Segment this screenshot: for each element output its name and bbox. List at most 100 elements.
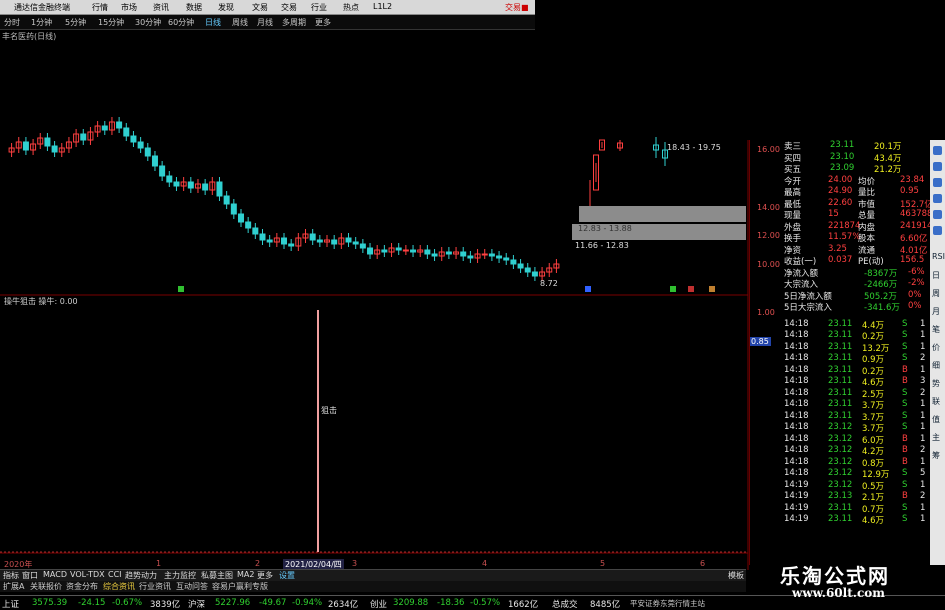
period-toolbar: 分时 1分钟 5分钟 15分钟 30分钟 60分钟 日线 周线 月线 多周期 更…	[0, 15, 535, 30]
side-tab-7[interactable]: 势	[932, 378, 940, 389]
menu-wenyi[interactable]: 文易	[252, 2, 268, 13]
period-multi[interactable]: 多周期	[282, 17, 306, 28]
idx-sz-val: 5227.96	[215, 598, 251, 608]
menu-l1l2[interactable]: L1L2	[373, 2, 392, 11]
quote-cell: 23.84	[900, 174, 925, 185]
ind-tab-more[interactable]: 更多	[257, 570, 273, 581]
idx-cy-pct: -0.57%	[470, 598, 501, 608]
side-tab-6[interactable]: 细	[932, 360, 940, 371]
candle-body	[144, 147, 151, 157]
side-tab-5[interactable]: 价	[932, 342, 940, 353]
cat-qa[interactable]: 互动问答	[176, 581, 208, 592]
quote-cell: 23.12	[828, 456, 853, 467]
side-tab-2[interactable]: 周	[932, 288, 940, 299]
ind-tab-private[interactable]: 私募主图	[201, 570, 233, 581]
quote-cell: 23.12	[828, 422, 853, 432]
side-tab-9[interactable]: 值	[932, 414, 940, 425]
period-daily[interactable]: 日线	[205, 17, 221, 28]
idx-cy-name[interactable]: 创业	[370, 598, 387, 610]
quote-cell: 14:19	[784, 491, 809, 501]
period-15min[interactable]: 15分钟	[98, 17, 124, 28]
quote-cell: 0.2万	[862, 332, 885, 342]
cat-fund-dist[interactable]: 资金分布	[66, 581, 98, 592]
period-intraday[interactable]: 分时	[4, 17, 20, 28]
menu-market[interactable]: 市场	[121, 2, 137, 13]
quote-cell: S	[902, 330, 908, 340]
menu-industry[interactable]: 行业	[311, 2, 327, 13]
tick-row: 14:19 23.11 4.6万 S 1	[750, 514, 930, 526]
side-tab-0[interactable]: RSI	[932, 252, 945, 261]
tool-icon[interactable]	[933, 146, 942, 155]
idx-sz-name[interactable]: 沪深	[188, 598, 205, 610]
quote-cell: -2%	[908, 278, 925, 288]
main-chart[interactable]	[0, 30, 780, 570]
quote-cell: 量比	[858, 188, 876, 198]
chart-grid	[0, 140, 749, 570]
tick-row: 14:18 23.11 3.7万 S 1	[750, 399, 930, 411]
period-60min[interactable]: 60分钟	[168, 17, 194, 28]
cat-profit-column[interactable]: 容易户赢利专版	[212, 581, 268, 592]
quote-cell: 0.95	[900, 186, 919, 196]
cat-composite-news[interactable]: 综合资讯	[103, 581, 135, 592]
cat-related-quote[interactable]: 关联报价	[30, 581, 62, 592]
side-tab-3[interactable]: 月	[932, 306, 940, 317]
period-more[interactable]: 更多	[315, 17, 331, 28]
side-tab-4[interactable]: 笔	[932, 324, 940, 335]
candle-body	[367, 247, 374, 255]
tool-icon[interactable]	[933, 226, 942, 235]
ind-tab-main-monitor[interactable]: 主力监控	[164, 570, 196, 581]
ind-tab-vol[interactable]: VOL-TDX	[70, 570, 105, 579]
idx-cy-chg: -18.36	[437, 598, 465, 608]
side-tab-11[interactable]: 筹	[932, 450, 940, 461]
side-tab-8[interactable]: 联	[932, 396, 940, 407]
candle-body	[137, 141, 144, 149]
quote-cell: 23.11	[828, 330, 853, 340]
period-5min[interactable]: 5分钟	[65, 17, 86, 28]
tool-icon[interactable]	[933, 194, 942, 203]
ind-tab-window[interactable]: 窗口	[22, 570, 38, 581]
candle-body	[510, 259, 517, 265]
side-tab-10[interactable]: 主	[932, 432, 940, 443]
menu-market-quotes[interactable]: 行情	[92, 2, 108, 13]
tool-icon[interactable]	[933, 162, 942, 171]
menu-trade[interactable]: 交易	[281, 2, 297, 13]
idx-sh-name[interactable]: 上证	[2, 598, 19, 610]
quote-cell: S	[902, 387, 908, 398]
tick-row: 14:18 23.11 13.2万 S 1	[750, 341, 930, 354]
tool-icon[interactable]	[933, 178, 942, 187]
trade-button[interactable]: 交易■	[505, 2, 529, 13]
quote-cell: 0.7万	[862, 504, 885, 515]
side-tab-1[interactable]: 日	[932, 270, 940, 281]
period-30min[interactable]: 30分钟	[135, 17, 161, 28]
tick-row: 14:18 23.11 3.7万 S 1	[750, 410, 930, 423]
quote-cell: 1	[920, 410, 926, 421]
candle-body	[80, 133, 87, 141]
ind-tab-macd[interactable]: MACD	[43, 570, 67, 579]
candle-body	[309, 233, 316, 241]
menu-news[interactable]: 资讯	[153, 2, 169, 13]
ind-tab-ma2[interactable]: MA2	[237, 570, 254, 579]
period-monthly[interactable]: 月线	[257, 17, 273, 28]
candle-body	[431, 253, 438, 257]
period-weekly[interactable]: 周线	[232, 17, 248, 28]
tool-icon[interactable]	[933, 210, 942, 219]
cat-industry-news[interactable]: 行业资讯	[139, 581, 171, 592]
ind-tab-index[interactable]: 指标	[3, 570, 19, 581]
candle-body	[331, 239, 338, 245]
quote-cell: 43.4万	[874, 153, 902, 164]
menu-hotspot[interactable]: 热点	[343, 2, 359, 13]
template-button[interactable]: 模板	[728, 570, 744, 581]
ind-tab-trend[interactable]: 趋势动力	[125, 570, 157, 581]
quote-cell: 14:18	[784, 456, 809, 467]
ind-tab-cci[interactable]: CCI	[108, 570, 122, 579]
quote-cell: 3	[920, 376, 926, 386]
quote-cell: 1	[920, 341, 926, 352]
menu-data[interactable]: 数据	[186, 2, 202, 13]
menu-discover[interactable]: 发现	[218, 2, 234, 13]
quote-cell: 23.13	[828, 491, 853, 501]
ind-tab-settings[interactable]: 设置	[279, 570, 295, 581]
cat-extend[interactable]: 扩展A	[3, 581, 24, 592]
period-1min[interactable]: 1分钟	[31, 17, 52, 28]
quote-cell: 463788	[900, 209, 933, 219]
app-title: 通达信金融终端	[14, 3, 70, 12]
